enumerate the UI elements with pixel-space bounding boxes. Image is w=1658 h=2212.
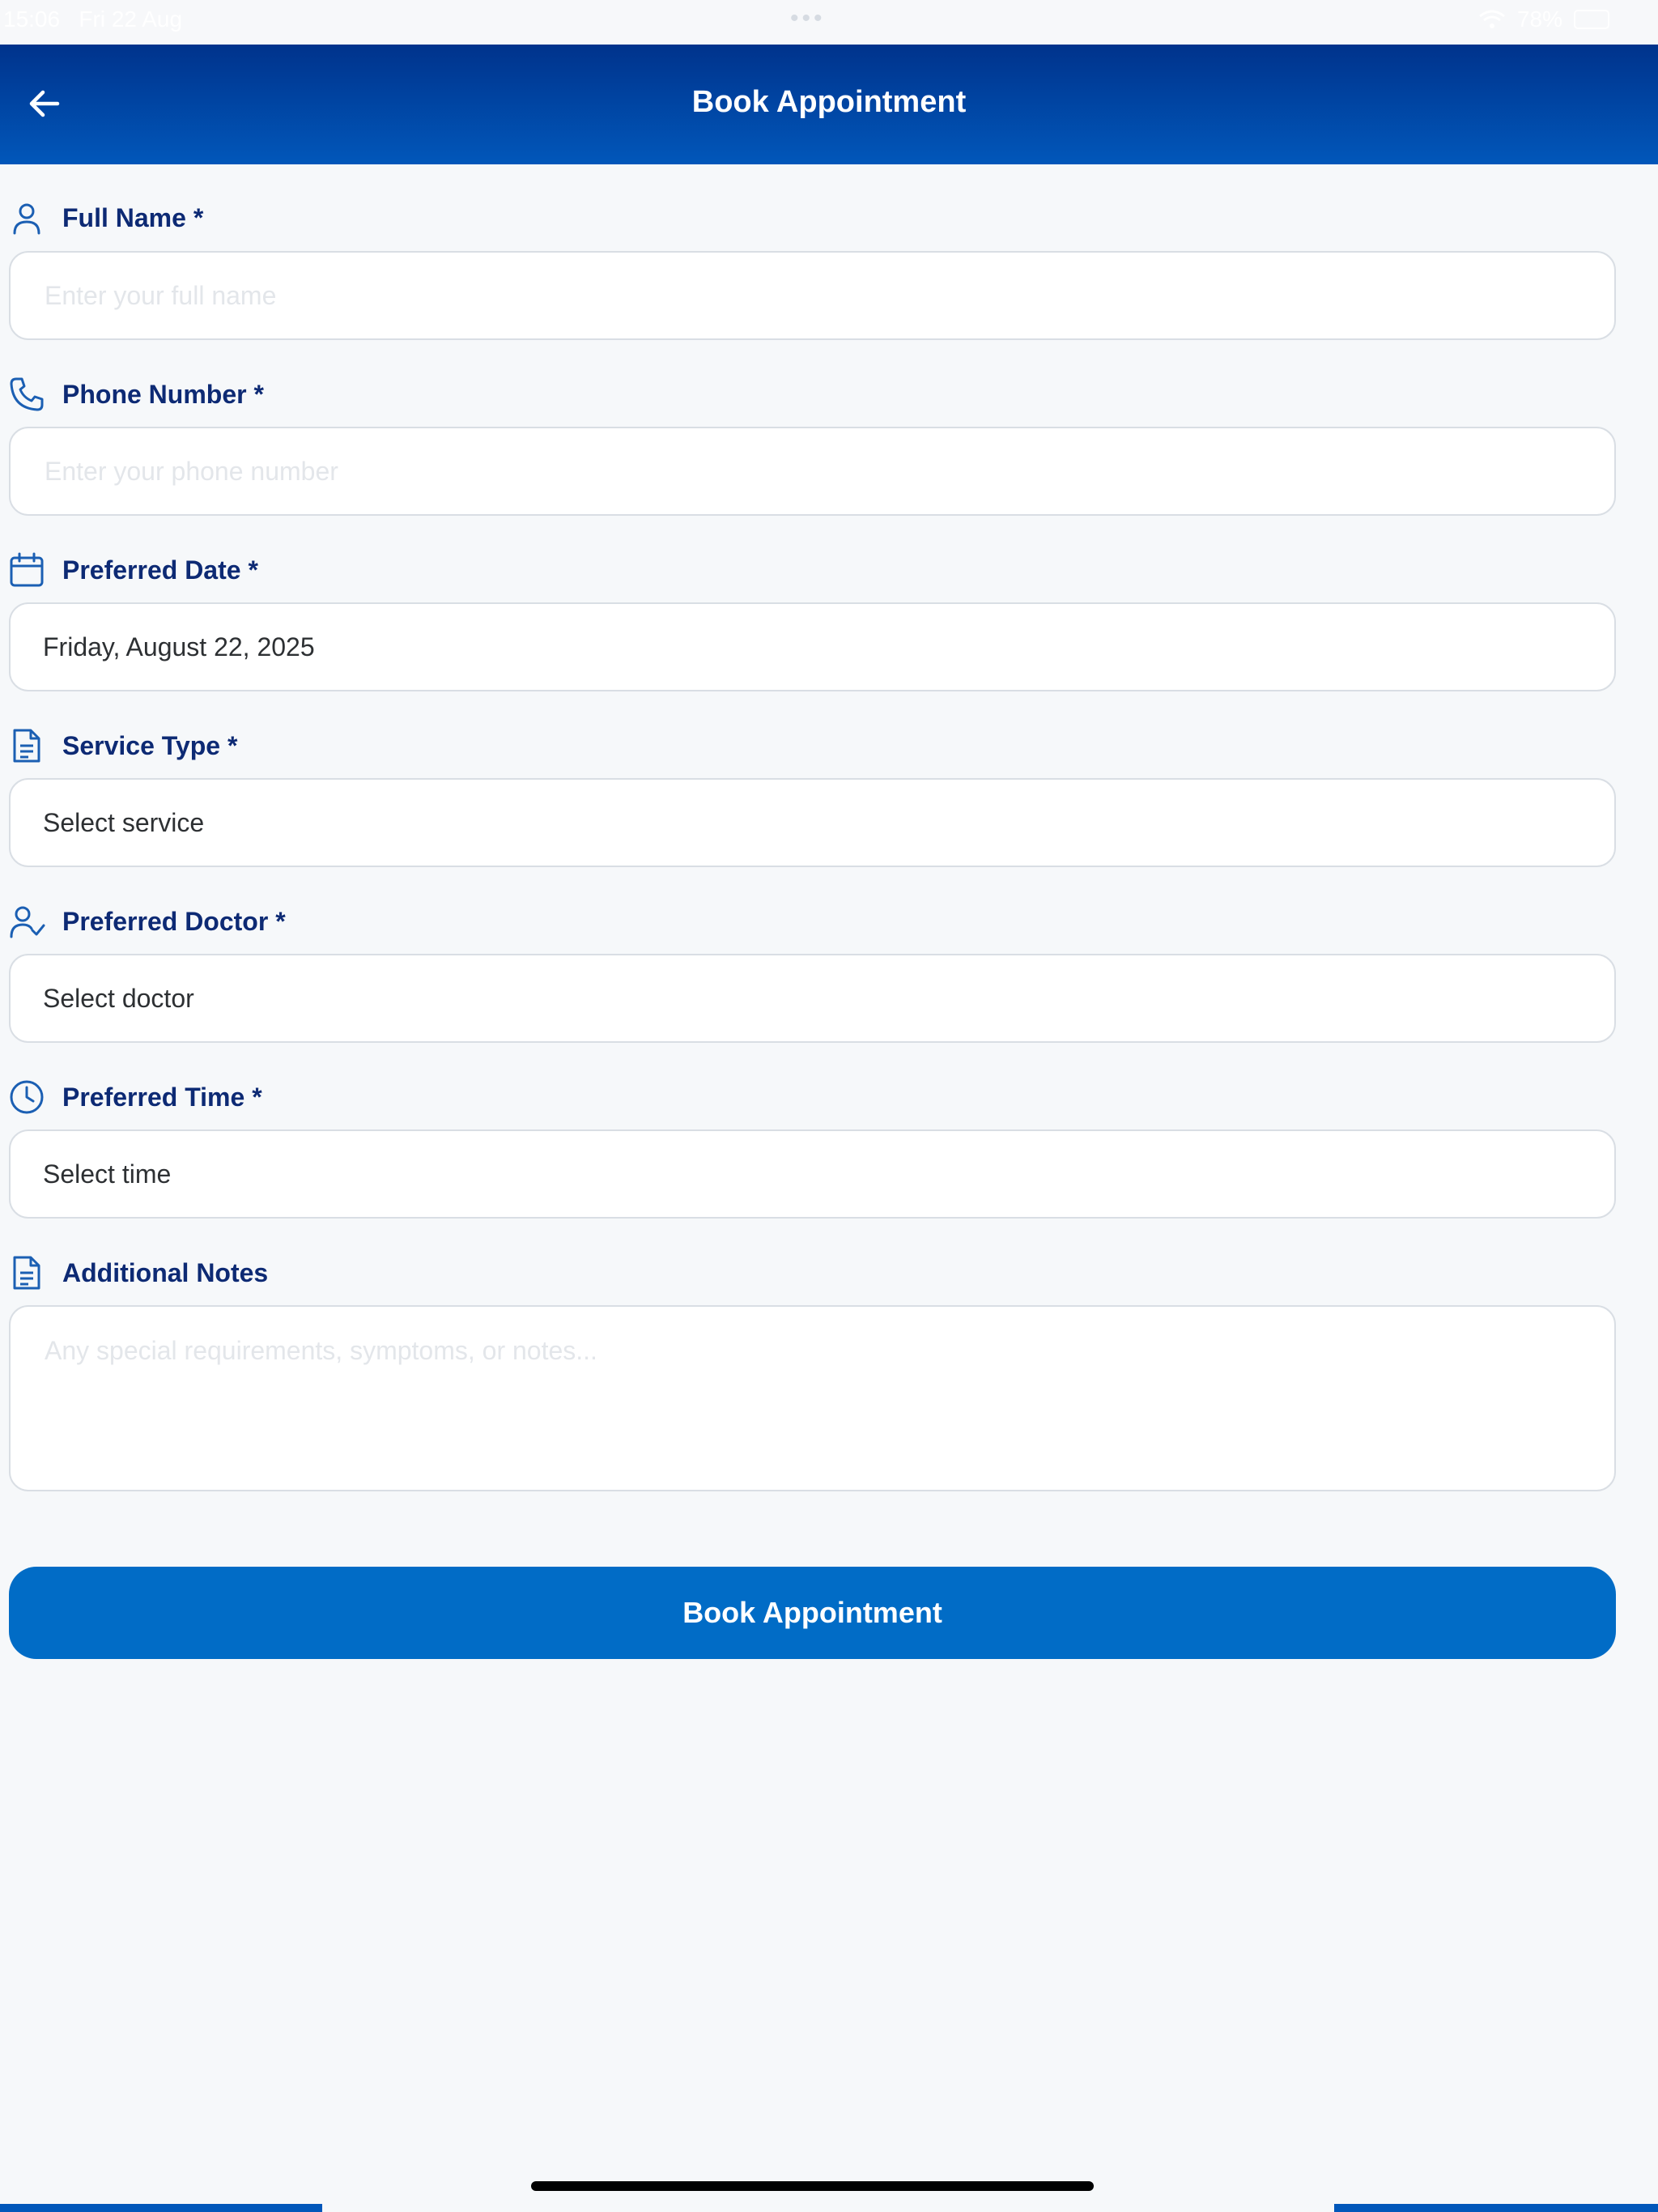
time-label: Preferred Time * [8, 1077, 262, 1117]
bottom-tab-edge-left [0, 2204, 322, 2212]
status-time-date: 15:06 Fri 22 Aug [3, 6, 182, 32]
full-name-label: Full Name * [8, 198, 203, 238]
date-label: Preferred Date * [8, 550, 258, 590]
time-select[interactable]: Select time [9, 1129, 1616, 1219]
full-name-field[interactable] [9, 251, 1616, 340]
notes-label-text: Additional Notes [62, 1257, 269, 1287]
phone-label-text: Phone Number * [62, 379, 264, 409]
service-label: Service Type * [8, 725, 237, 766]
service-label-text: Service Type * [62, 730, 238, 760]
date-picker-field[interactable]: Friday, August 22, 2025 [9, 602, 1616, 691]
user-check-icon [8, 903, 45, 940]
date-value: Friday, August 22, 2025 [43, 632, 315, 661]
phone-field[interactable] [9, 427, 1616, 516]
app-header: Book Appointment [0, 45, 1658, 164]
full-name-input[interactable] [43, 279, 1582, 312]
document-icon [8, 727, 45, 764]
phone-label: Phone Number * [8, 374, 264, 415]
book-appointment-button[interactable]: Book Appointment [9, 1567, 1616, 1659]
book-appointment-button-label: Book Appointment [682, 1596, 942, 1629]
doctor-value: Select doctor [43, 983, 194, 1013]
time-value: Select time [43, 1159, 172, 1189]
notes-textarea[interactable] [43, 1334, 1585, 1465]
time-label-text: Preferred Time * [62, 1082, 262, 1112]
status-bar: 15:06 Fri 22 Aug ••• 78% [0, 0, 1658, 45]
service-select[interactable]: Select service [9, 778, 1616, 867]
home-indicator[interactable] [531, 2181, 1094, 2191]
phone-icon [8, 376, 45, 413]
status-time: 15:06 [3, 6, 61, 32]
status-date: Fri 22 Aug [79, 6, 183, 32]
user-icon [8, 199, 45, 236]
battery-icon [1574, 10, 1609, 29]
service-value: Select service [43, 807, 205, 837]
date-label-text: Preferred Date * [62, 555, 258, 585]
battery-percent: 78% [1516, 6, 1562, 32]
page-title: Book Appointment [691, 85, 967, 119]
full-name-label-text: Full Name * [62, 202, 204, 232]
multitask-dots[interactable]: ••• [790, 5, 826, 32]
clock-icon [8, 1078, 45, 1116]
doctor-label-text: Preferred Doctor * [62, 906, 286, 936]
wifi-icon [1479, 10, 1505, 28]
doctor-select[interactable]: Select doctor [9, 954, 1616, 1043]
status-right: 78% [1478, 6, 1609, 32]
notes-label: Additional Notes [8, 1253, 268, 1293]
bottom-tab-edge-right [1334, 2204, 1658, 2212]
phone-input[interactable] [43, 455, 1582, 487]
notes-icon [8, 1254, 45, 1291]
doctor-label: Preferred Doctor * [8, 901, 286, 942]
notes-field[interactable] [9, 1305, 1616, 1491]
calendar-icon [8, 551, 45, 589]
